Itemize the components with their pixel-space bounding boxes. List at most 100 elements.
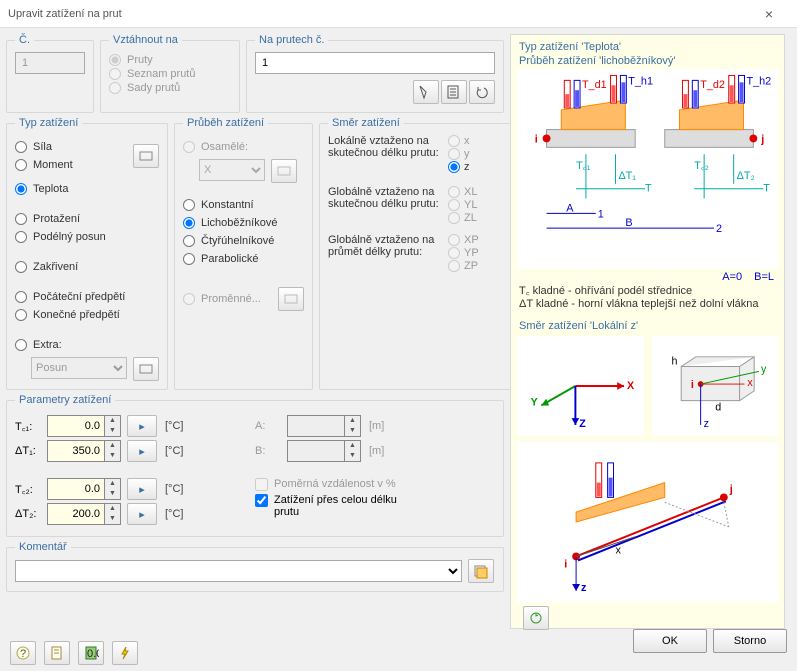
preview-refresh-icon[interactable]: [523, 606, 549, 630]
dt2-input[interactable]: [47, 503, 105, 525]
dt1-unit-btn[interactable]: ▸: [127, 440, 157, 462]
svg-text:j: j: [729, 483, 733, 495]
svg-text:z: z: [581, 582, 587, 594]
legend-prubeh: Průběh zatížení: [183, 117, 268, 129]
radio-konstantni[interactable]: [183, 199, 195, 211]
pick-icon[interactable]: [413, 80, 439, 104]
legend-params: Parametry zatížení: [15, 394, 115, 406]
svg-text:z: z: [703, 418, 708, 430]
b-input: [287, 440, 345, 462]
radio-xl: [448, 186, 460, 198]
svg-text:T: T: [763, 183, 770, 195]
svg-text:ΔT₂: ΔT₂: [737, 170, 755, 182]
tc2-input[interactable]: [47, 478, 105, 500]
radio-moment[interactable]: [15, 159, 27, 171]
svg-text:Z: Z: [579, 418, 586, 430]
dt1-spinner[interactable]: ▲▼: [105, 440, 121, 462]
tc1-unit-btn[interactable]: ▸: [127, 415, 157, 437]
svg-text:y: y: [760, 363, 766, 375]
chk-pomerna: [255, 478, 268, 491]
svg-text:x: x: [747, 377, 753, 389]
diagram-axes2: i x y z hd: [652, 336, 779, 436]
cancel-button[interactable]: Storno: [713, 629, 787, 653]
radio-pruty: [109, 54, 121, 66]
radio-ctyruhelnikove[interactable]: [183, 235, 195, 247]
svg-text:d: d: [715, 401, 721, 413]
ok-button[interactable]: OK: [633, 629, 707, 653]
radio-sila[interactable]: [15, 141, 27, 153]
preview-hdr2: Směr zatížení 'Lokální z': [519, 320, 776, 332]
radio-podelny[interactable]: [15, 231, 27, 243]
osamele-select: X: [199, 159, 265, 181]
fieldset-naprutech: Na prutech č.: [246, 34, 504, 113]
svg-text:T_h2: T_h2: [746, 75, 771, 87]
svg-text:i: i: [690, 379, 693, 391]
bolt-icon[interactable]: [112, 641, 138, 665]
radio-teplota[interactable]: [15, 183, 27, 195]
svg-text:Y: Y: [531, 396, 538, 408]
tc1-input[interactable]: [47, 415, 105, 437]
typ-lib-icon[interactable]: [133, 144, 159, 168]
fieldset-typ: Typ zatížení Síla Moment Teplota Protaže…: [6, 117, 168, 390]
komentar-select[interactable]: [15, 560, 462, 582]
radio-parabolicke[interactable]: [183, 253, 195, 265]
radio-zp: [448, 260, 460, 272]
radio-xp: [448, 234, 460, 246]
diagram-member: i j x z: [517, 442, 778, 602]
radio-lichobeznikove[interactable]: [183, 217, 195, 229]
radio-yl: [448, 199, 460, 211]
svg-text:ΔT₁: ΔT₁: [618, 170, 636, 182]
preview-panel: Typ zatížení 'Teplota' Průběh zatížení '…: [510, 34, 785, 629]
svg-text:T꜀₂: T꜀₂: [694, 160, 709, 172]
radio-osamele: [183, 141, 195, 153]
window-title: Upravit zatížení na prut: [8, 8, 122, 20]
tc2-spinner[interactable]: ▲▼: [105, 478, 121, 500]
calc-icon[interactable]: 0.00: [78, 641, 104, 665]
note-icon[interactable]: [44, 641, 70, 665]
svg-text:1: 1: [598, 208, 604, 220]
svg-text:2: 2: [716, 223, 722, 235]
radio-protazeni[interactable]: [15, 213, 27, 225]
radio-seznam: [109, 68, 121, 80]
diagram-top: i j T_d1T_h1 T_d2T_h2 T꜀₁ ΔT₁ T T꜀₂ ΔT₂: [517, 69, 778, 269]
svg-text:X: X: [627, 380, 635, 392]
dt1-input[interactable]: [47, 440, 105, 462]
a-spinner: ▲▼: [345, 415, 361, 437]
legend-typ: Typ zatížení: [15, 117, 82, 129]
radio-sady: [109, 82, 121, 94]
radio-x: [448, 135, 460, 147]
extra-lib-icon[interactable]: [133, 357, 159, 381]
komentar-lib-icon[interactable]: [468, 559, 494, 583]
radio-pocatecni[interactable]: [15, 291, 27, 303]
list-icon[interactable]: [441, 80, 467, 104]
undo-icon[interactable]: [469, 80, 495, 104]
svg-text:T_d2: T_d2: [700, 79, 725, 91]
legend-naprutech: Na prutech č.: [255, 34, 328, 46]
radio-konecne[interactable]: [15, 309, 27, 321]
svg-text:T_d1: T_d1: [582, 79, 607, 91]
naprutech-input[interactable]: [255, 52, 495, 74]
radio-y: [448, 148, 460, 160]
tc2-unit-btn[interactable]: ▸: [127, 478, 157, 500]
radio-zakriveni[interactable]: [15, 261, 27, 273]
c-input: [15, 52, 85, 74]
close-icon[interactable]: ×: [749, 6, 789, 22]
svg-text:i: i: [535, 133, 538, 145]
preview-hdr1a: Typ zatížení 'Teplota': [519, 41, 776, 53]
help-icon[interactable]: ?: [10, 641, 36, 665]
radio-z[interactable]: [448, 161, 460, 173]
fieldset-params: Parametry zatížení T꜀₁:▲▼▸[°C] ΔT₁:▲▼▸[°…: [6, 394, 504, 537]
legend-komentar: Komentář: [15, 541, 71, 553]
svg-text:B: B: [625, 217, 632, 229]
dt2-spinner[interactable]: ▲▼: [105, 503, 121, 525]
svg-text:0.00: 0.00: [87, 648, 99, 660]
svg-text:T꜀₁: T꜀₁: [576, 160, 590, 172]
titlebar: Upravit zatížení na prut ×: [0, 0, 797, 28]
tc1-spinner[interactable]: ▲▼: [105, 415, 121, 437]
fieldset-komentar: Komentář: [6, 541, 504, 592]
osamele-lib-icon: [271, 159, 297, 183]
radio-extra[interactable]: [15, 339, 27, 351]
dt2-unit-btn[interactable]: ▸: [127, 503, 157, 525]
svg-text:?: ?: [20, 648, 26, 660]
chk-celadelka[interactable]: [255, 494, 268, 507]
